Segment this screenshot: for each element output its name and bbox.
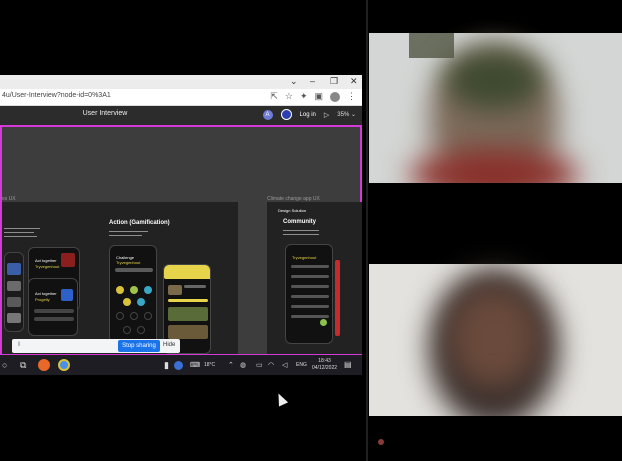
screen: ⌄ – ❐ ✕ 4u/User-Interview?node-id=0%3A1 … [0, 0, 622, 461]
phone-title: Act together [35, 258, 57, 263]
play-icon[interactable]: ▷ [324, 111, 329, 119]
app-icon[interactable]: ▮ [164, 360, 169, 371]
action-frame-title: Action (Gamification) [109, 220, 170, 226]
wifi-icon[interactable]: ◠ [268, 361, 274, 369]
clock[interactable]: 18:43 04/12/2022 [312, 358, 337, 372]
weather-icon[interactable] [174, 361, 183, 370]
firefox-icon[interactable] [38, 359, 50, 371]
drag-handle-icon[interactable]: ǁ [18, 342, 20, 348]
close-button[interactable]: ✕ [350, 76, 358, 87]
mic-muted-icon [378, 439, 384, 445]
notification-icon[interactable]: ▤ [344, 360, 352, 369]
share-icon[interactable]: ⇱ [270, 91, 278, 102]
mouse-cursor-icon [273, 391, 289, 407]
video-tile-participant-2[interactable] [369, 228, 622, 461]
shared-screen: ⌄ – ❐ ✕ 4u/User-Interview?node-id=0%3A1 … [0, 75, 362, 375]
phone-accent: Tryvegenhout [292, 255, 317, 260]
frame-climate-app[interactable]: Design Solution Community ▬▬▬▬▬▬▬▬▬▬▬▬ ▬▬… [267, 202, 362, 354]
phone-accent: Tryvegenhout [35, 264, 60, 269]
phone-preview-partial[interactable] [4, 252, 24, 332]
menu-icon[interactable]: ⋮ [347, 91, 356, 102]
time: 18:43 [318, 358, 331, 364]
language-indicator[interactable]: ENG [296, 362, 307, 368]
highlight-bar [335, 260, 340, 336]
design-solution-label: Design Solution [278, 208, 307, 213]
user-avatar[interactable] [280, 109, 292, 120]
task-view-icon[interactable]: ⧉ [20, 360, 26, 371]
volume-icon[interactable]: ◁ [282, 361, 287, 369]
blurred-headwrap [444, 50, 544, 110]
phone-challenge[interactable]: Challenge Tryvegenhout [109, 245, 157, 345]
zoom-dropdown[interactable]: 35% ⌄ [337, 111, 356, 118]
chrome-icon[interactable] [58, 359, 70, 371]
stop-sharing-button[interactable]: Stop sharing [118, 340, 160, 352]
date: 04/12/2022 [312, 365, 338, 371]
tab-search-icon[interactable]: ⌄ [290, 76, 298, 87]
phone-community[interactable]: Tryvegenhout [285, 244, 333, 344]
hide-button[interactable]: Hide [163, 342, 175, 348]
minimize-button[interactable]: – [310, 76, 315, 86]
profile-icon[interactable] [330, 91, 340, 102]
figma-header: User Interview A Log in ▷ 35% ⌄ [0, 106, 362, 125]
video-tile-participant-1[interactable] [369, 0, 622, 220]
search-icon[interactable]: ○ [2, 360, 7, 370]
star-icon[interactable]: ☆ [285, 91, 293, 102]
sidepanel-icon[interactable]: ▣ [314, 91, 323, 102]
page-title: User Interview [82, 110, 128, 117]
login-button[interactable]: Log in [300, 112, 316, 118]
extensions-icon[interactable]: ✦ [300, 91, 308, 102]
phone-title: Act together [35, 291, 57, 296]
community-description: ▬▬▬▬▬▬▬▬▬▬▬▬ ▬▬▬▬▬▬▬▬▬▬▬▬ [283, 228, 319, 236]
figma-header-actions: A Log in ▷ 35% ⌄ [262, 109, 356, 120]
temperature[interactable]: 18°C [204, 362, 215, 368]
frame-ux[interactable]: ▬▬▬▬▬▬▬▬▬▬▬▬ ▬▬▬▬▬▬▬▬▬▬ ▬▬▬▬▬▬▬▬▬▬▬ Action… [2, 202, 238, 354]
url-text[interactable]: 4u/User-Interview?node-id=0%3A1 [2, 92, 111, 99]
figma-canvas[interactable]: es UX Climate change app UX ▬▬▬▬▬▬▬▬▬▬▬▬… [0, 125, 362, 356]
blurred-face-center [449, 288, 539, 388]
tray-chevron-icon[interactable]: ⌃ [228, 361, 234, 369]
battery-icon[interactable]: ▭ [256, 361, 263, 369]
network-icon[interactable]: ◍ [240, 361, 246, 369]
browser-toolbar: ⇱ ☆ ✦ ▣ ⋮ [270, 91, 356, 102]
phone-accent: Progetly [35, 297, 50, 302]
avatar[interactable]: A [262, 109, 273, 120]
address-bar[interactable]: 4u/User-Interview?node-id=0%3A1 ⇱ ☆ ✦ ▣ … [0, 89, 362, 106]
screen-share-bar: ǁ Stop sharing Hide [12, 339, 180, 353]
keyboard-icon[interactable]: ⌨ [190, 361, 200, 369]
maximize-button[interactable]: ❐ [330, 76, 338, 87]
browser-titlebar: ⌄ – ❐ ✕ [0, 75, 362, 89]
frame-description: ▬▬▬▬▬▬▬▬▬▬▬▬ ▬▬▬▬▬▬▬▬▬▬ ▬▬▬▬▬▬▬▬▬▬▬ [4, 226, 40, 238]
windows-taskbar: ○ ⧉ ▮ ⌨ 18°C ⌃ ◍ ▭ ◠ ◁ ENG 18:43 04/12/2… [0, 355, 362, 375]
video-poster [409, 33, 454, 58]
tile-divider [366, 0, 368, 461]
community-title: Community [283, 219, 316, 225]
action-description: ▬▬▬▬▬▬▬▬▬▬▬▬▬ ▬▬▬▬▬▬▬▬▬▬▬ [109, 229, 148, 237]
phone-accent: Tryvegenhout [116, 260, 141, 265]
phone-act-together-2[interactable]: Act together Progetly [28, 278, 78, 336]
